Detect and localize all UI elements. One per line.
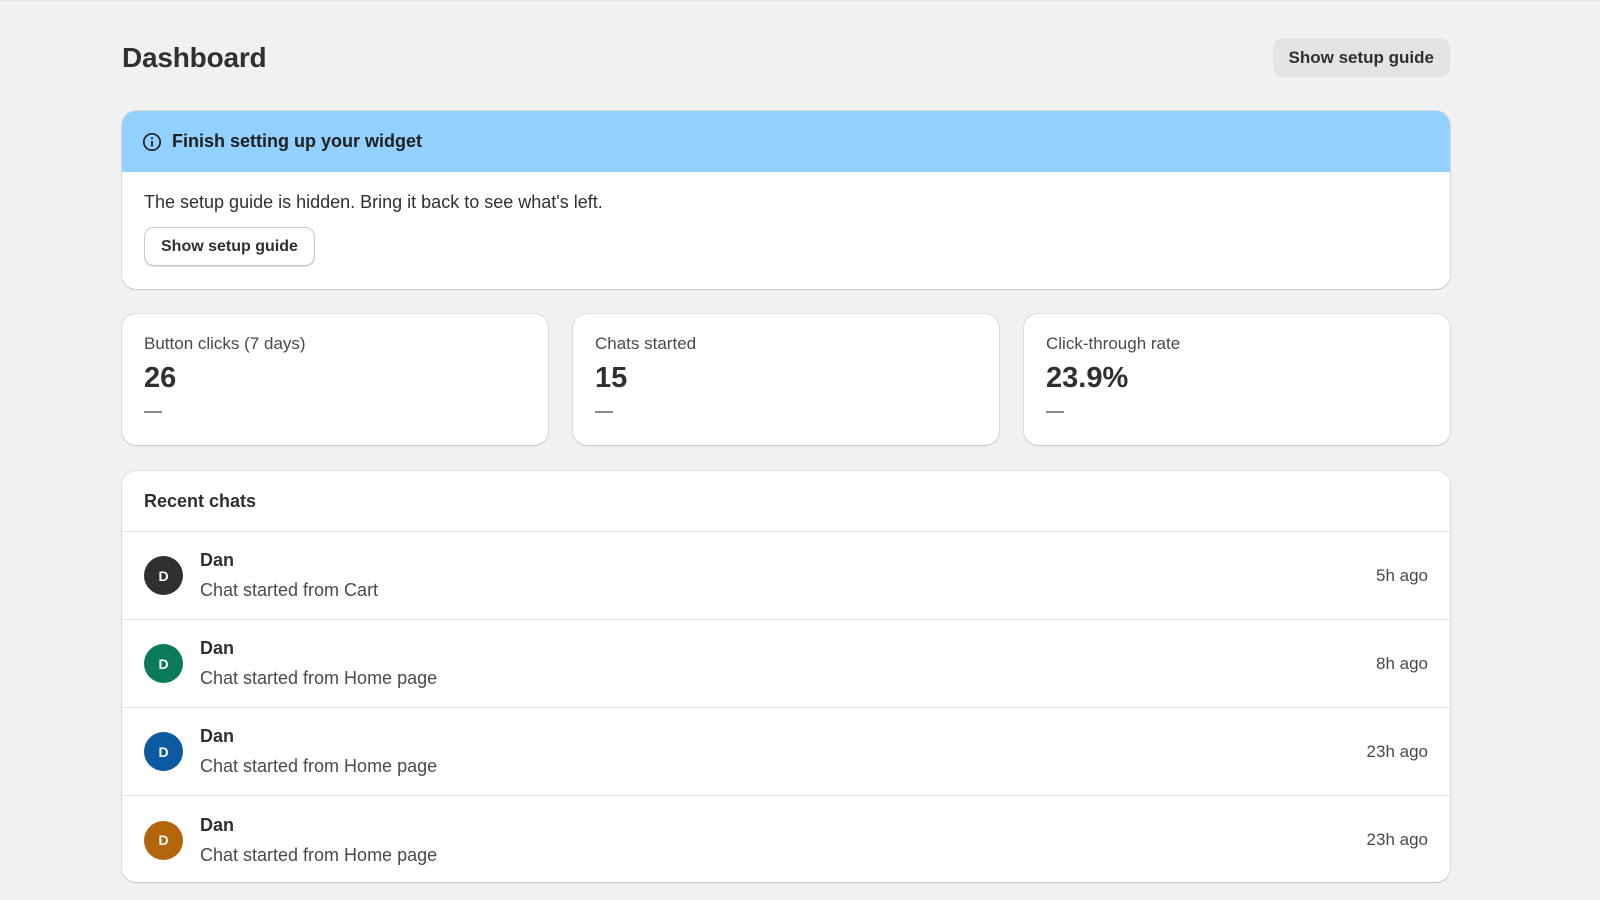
recent-chats-card: Recent chats D Dan Chat started from Car… xyxy=(122,471,1450,882)
metric-card-chats-started: Chats started 15 xyxy=(573,314,999,445)
chat-time: 23h ago xyxy=(1366,830,1428,849)
chat-time: 8h ago xyxy=(1376,653,1428,673)
chat-info: Dan Chat started from Home page xyxy=(200,726,437,777)
chat-source: Chat started from Cart xyxy=(200,580,379,600)
avatar: D xyxy=(144,732,183,771)
chat-time: 23h ago xyxy=(1366,741,1428,761)
chat-time: 5h ago xyxy=(1376,565,1428,585)
page-header: Dashboard Show setup guide xyxy=(122,38,1450,78)
page-title: Dashboard xyxy=(122,42,267,73)
metric-label: Click-through rate xyxy=(1046,334,1181,353)
avatar: D xyxy=(144,556,183,595)
chat-name: Dan xyxy=(200,638,235,658)
metric-value: 26 xyxy=(144,362,177,394)
chat-source: Chat started from Home page xyxy=(200,756,438,776)
setup-banner: Finish setting up your widget The setup … xyxy=(122,111,1450,289)
recent-chats-header: Recent chats xyxy=(122,471,1450,532)
chat-row[interactable]: D Dan Chat started from Home page 8h ago xyxy=(122,620,1450,708)
chat-row[interactable]: D Dan Chat started from Home page 23h ag… xyxy=(122,796,1450,882)
chat-source: Chat started from Home page xyxy=(200,844,438,865)
banner-body: The setup guide is hidden. Bring it back… xyxy=(122,172,1450,286)
metric-value: 23.9% xyxy=(1046,362,1129,394)
banner-title: Finish setting up your widget xyxy=(172,131,422,151)
metric-trend-dash xyxy=(144,411,162,413)
chat-name: Dan xyxy=(200,726,235,746)
recent-chats-title: Recent chats xyxy=(144,490,257,511)
chat-info: Dan Chat started from Cart xyxy=(200,550,378,601)
avatar: D xyxy=(144,820,183,860)
show-setup-guide-button[interactable]: Show setup guide xyxy=(1272,38,1450,77)
banner-show-setup-guide-button[interactable]: Show setup guide xyxy=(144,227,315,266)
metric-card-button-clicks: Button clicks (7 days) 26 xyxy=(122,314,548,445)
info-icon xyxy=(142,132,162,152)
top-divider xyxy=(0,0,1600,4)
chat-info: Dan Chat started from Home page xyxy=(200,815,437,866)
metric-label: Chats started xyxy=(595,334,697,353)
chat-row[interactable]: D Dan Chat started from Home page 23h ag… xyxy=(122,708,1450,796)
banner-message: The setup guide is hidden. Bring it back… xyxy=(144,192,603,212)
chat-row[interactable]: D Dan Chat started from Cart 5h ago xyxy=(122,532,1450,620)
metric-label: Button clicks (7 days) xyxy=(144,334,306,353)
chat-name: Dan xyxy=(200,814,235,835)
metric-trend-dash xyxy=(595,411,613,413)
banner-header: Finish setting up your widget xyxy=(122,111,1450,172)
metric-value: 15 xyxy=(595,362,628,394)
avatar: D xyxy=(144,644,183,683)
chat-source: Chat started from Home page xyxy=(200,668,438,688)
metric-card-click-through-rate: Click-through rate 23.9% xyxy=(1024,314,1450,445)
chat-info: Dan Chat started from Home page xyxy=(200,638,437,689)
chat-name: Dan xyxy=(200,550,235,570)
metric-trend-dash xyxy=(1046,411,1064,413)
